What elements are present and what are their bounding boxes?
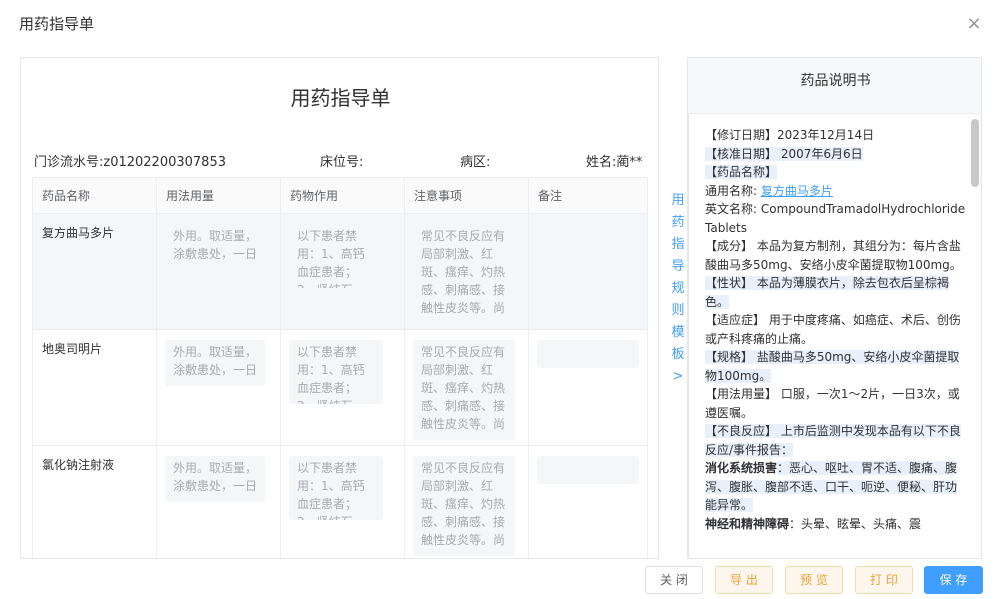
drug-table: 药品名称 用法用量 药物作用 注意事项 备注 复方曲马多片 外用。取适量，涂敷患…: [32, 177, 648, 558]
drug-name-header: 【药品名称】: [705, 165, 778, 179]
composition: 【成分】 本品为复方制剂，其组分为：每片含盐酸曲马多50mg、安络小皮伞菌提取物…: [705, 239, 962, 272]
ward: 病区:: [460, 155, 491, 170]
patient-name: 姓名:蔺**: [586, 155, 643, 170]
remark-cell: [528, 329, 648, 446]
remark-input[interactable]: [537, 456, 639, 484]
dosage: 【用法用量】 口服，一次1～2片，一日3次，或遵医嘱。: [705, 387, 960, 420]
character: 【性状】 本品为薄膜衣片，除去包衣后呈棕褐色。: [705, 276, 949, 309]
remark-input[interactable]: [537, 224, 639, 252]
manual-title: 药品说明书: [800, 73, 871, 89]
side-label-char: 模: [671, 325, 685, 340]
notes-cell: 常见不良反应有局部刺激、红斑、瘙痒、灼热感、刺痛感、接触性皮炎等。尚: [404, 213, 529, 330]
dialog-title: 用药指导单: [19, 15, 95, 33]
preview-button[interactable]: 预 览: [785, 566, 843, 594]
close-icon[interactable]: ×: [962, 12, 986, 36]
usage-textarea[interactable]: 外用。取适量，涂敷患处，一日: [165, 224, 265, 270]
generic-name: 通用名称: 复方曲马多片: [705, 182, 967, 201]
effect-textarea[interactable]: 以下患者禁用：1、高钙血症患者；2、肾结石: [289, 224, 383, 288]
english-name: 英文名称: CompoundTramadolHydrochloride Tabl…: [705, 202, 966, 235]
specification: 【规格】 盐酸曲马多50mg、安络小皮伞菌提取物100mg。: [705, 350, 960, 383]
manual-text: 【修订日期】2023年12月14日 【核准日期】 2007年6月6日 【药品名称…: [705, 126, 967, 533]
notes-textarea[interactable]: 常见不良反应有局部刺激、红斑、瘙痒、灼热感、刺痛感、接触性皮炎等。尚: [413, 456, 515, 556]
digestive-section: 消化系统损害：恶心、呕吐、胃不适、腹痛、腹泻、腹胀、腹部不适、口干、呃逆、便秘、…: [705, 459, 967, 515]
adverse-reactions: 【不良反应】 上市后监测中发现本品有以下不良反应/事件报告：: [705, 424, 961, 457]
side-label-char: 则: [671, 303, 685, 318]
neuro-title: 神经和精神障碍: [705, 516, 790, 531]
guidance-document: 用药指导单 门诊流水号:z01202200307853 床位号: 病区: 姓名:…: [20, 57, 659, 559]
effect-cell: 以下患者禁用：1、高钙血症患者；2、肾结石: [280, 445, 405, 558]
manual-scrollbar[interactable]: [971, 119, 979, 187]
chevron-right-icon: >: [672, 369, 684, 384]
column-header: 药物作用: [280, 177, 405, 214]
effect-textarea[interactable]: 以下患者禁用：1、高钙血症患者；2、肾结石: [289, 456, 383, 520]
usage-cell: 外用。取适量，涂敷患处，一日: [156, 329, 281, 446]
generic-name-prefix: 通用名称:: [705, 183, 761, 198]
notes-textarea[interactable]: 常见不良反应有局部刺激、红斑、瘙痒、灼热感、刺痛感、接触性皮炎等。尚: [413, 224, 515, 324]
usage-cell: 外用。取适量，涂敷患处，一日: [156, 213, 281, 330]
notes-cell: 常见不良反应有局部刺激、红斑、瘙痒、灼热感、刺痛感、接触性皮炎等。尚: [404, 445, 529, 558]
effect-textarea[interactable]: 以下患者禁用：1、高钙血症患者；2、肾结石: [289, 340, 383, 404]
save-button[interactable]: 保 存: [924, 566, 983, 594]
usage-textarea[interactable]: 外用。取适量，涂敷患处，一日: [165, 456, 265, 502]
side-label-char: 指: [671, 237, 685, 252]
table-row: 氯化钠注射液 外用。取适量，涂敷患处，一日 以下患者禁用：1、高钙血症患者；2、…: [32, 445, 648, 558]
drug-manual-panel: 药品说明书 【修订日期】2023年12月14日 【核准日期】 2007年6月6日…: [687, 57, 982, 559]
column-header: 注意事项: [404, 177, 529, 214]
print-button[interactable]: 打 印: [855, 566, 913, 594]
digestive-title: 消化系统损害: [705, 461, 778, 475]
side-label-char: 药: [671, 215, 685, 230]
export-button[interactable]: 导 出: [715, 566, 773, 594]
bed-number: 床位号:: [320, 155, 364, 170]
generic-name-link[interactable]: 复方曲马多片: [761, 184, 833, 198]
notes-textarea[interactable]: 常见不良反应有局部刺激、红斑、瘙痒、灼热感、刺痛感、接触性皮炎等。尚: [413, 340, 515, 440]
effect-cell: 以下患者禁用：1、高钙血症患者；2、肾结石: [280, 329, 405, 446]
neuro-section: 神经和精神障碍：头晕、眩晕、头痛、震: [705, 515, 967, 534]
manual-content[interactable]: 【修订日期】2023年12月14日 【核准日期】 2007年6月6日 【药品名称…: [688, 113, 980, 558]
usage-textarea[interactable]: 外用。取适量，涂敷患处，一日: [165, 340, 265, 386]
side-label-char: 用: [671, 193, 685, 208]
column-header: 备注: [528, 177, 648, 214]
revised-date: 【修订日期】2023年12月14日: [705, 128, 875, 142]
side-label-char: 板: [671, 347, 685, 362]
remark-cell: [528, 213, 648, 330]
side-label-char: 规: [671, 281, 685, 296]
side-label-char: 导: [671, 259, 685, 274]
neuro-text: ：头晕、眩晕、头痛、震: [789, 516, 922, 531]
indication: 【适应症】 用于中度疼痛、如癌症、术后、创伤或产科疼痛的止痛。: [705, 313, 961, 346]
remark-input[interactable]: [537, 340, 639, 368]
table-row: 复方曲马多片 外用。取适量，涂敷患处，一日 以下患者禁用：1、高钙血症患者；2、…: [32, 213, 648, 330]
guidance-rule-template-toggle[interactable]: 用 药 指 导 规 则 模 板 >: [668, 190, 688, 388]
notes-cell: 常见不良反应有局部刺激、红斑、瘙痒、灼热感、刺痛感、接触性皮炎等。尚: [404, 329, 529, 446]
column-header: 药品名称: [32, 177, 157, 214]
serial-number: 门诊流水号:z01202200307853: [34, 155, 226, 170]
drug-name: 地奥司明片: [32, 329, 157, 446]
close-button[interactable]: 关 闭: [645, 566, 703, 594]
drug-name: 复方曲马多片: [32, 213, 157, 330]
remark-cell: [528, 445, 648, 558]
approved-date: 【核准日期】 2007年6月6日: [705, 146, 863, 161]
column-header: 用法用量: [156, 177, 281, 214]
table-row: 地奥司明片 外用。取适量，涂敷患处，一日 以下患者禁用：1、高钙血症患者；2、肾…: [32, 329, 648, 446]
effect-cell: 以下患者禁用：1、高钙血症患者；2、肾结石: [280, 213, 405, 330]
table-header-row: 药品名称 用法用量 药物作用 注意事项 备注: [32, 177, 648, 214]
drug-name: 氯化钠注射液: [32, 445, 157, 558]
document-title: 用药指导单: [290, 86, 391, 110]
usage-cell: 外用。取适量，涂敷患处，一日: [156, 445, 281, 558]
